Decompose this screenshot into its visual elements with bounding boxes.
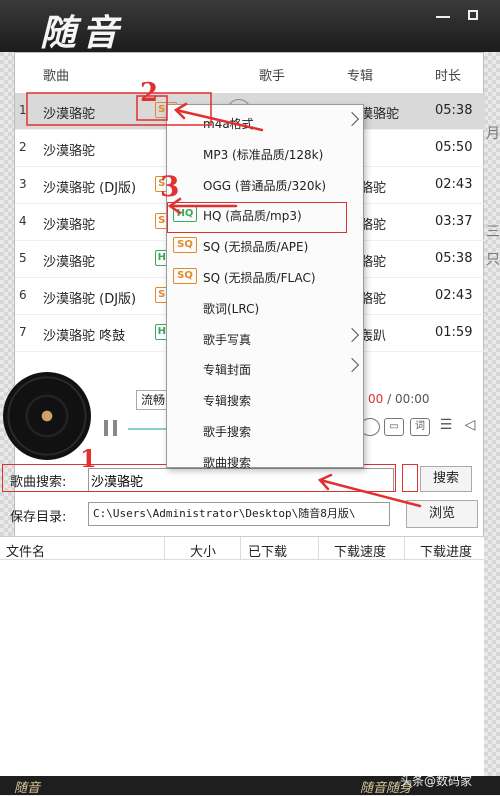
context-menu-item[interactable]: m4a格式	[167, 107, 365, 138]
context-menu-label: 歌手写真	[203, 332, 252, 347]
side-decor: 月 三 只	[486, 120, 500, 274]
volume-icon[interactable]: ◁	[460, 418, 480, 436]
row-duration: 01:59	[435, 325, 473, 340]
side-text: 月	[486, 126, 500, 142]
close-button[interactable]	[462, 6, 484, 22]
lyric-icon[interactable]: 词	[410, 418, 430, 436]
context-menu-label: 歌词(LRC)	[203, 301, 260, 316]
context-menu-label: 专辑搜索	[203, 394, 252, 409]
annotation-number-3: 3	[160, 170, 180, 203]
context-menu: m4a格式 MP3 (标准品质/128k) OGG (普通品质/320k) HQ HQ …	[166, 104, 365, 470]
row-number: 7	[19, 325, 27, 339]
minimize-button[interactable]	[432, 6, 454, 22]
row-number: 3	[19, 177, 27, 191]
save-label: 保存目录:	[10, 510, 67, 525]
header-album[interactable]: 专辑	[347, 65, 373, 84]
total-time: / 00:00	[387, 392, 430, 406]
context-menu-label: MP3 (标准品质/128k)	[203, 147, 324, 162]
time-display: 00 / 00:00	[368, 392, 430, 406]
app-logo: 随音	[40, 12, 125, 54]
row-number: 4	[19, 214, 27, 228]
context-menu-item[interactable]: SQ SQ (无损品质/APE)	[167, 230, 365, 261]
current-time: 00	[368, 392, 384, 406]
highlight-box-search-edge	[402, 464, 418, 492]
quality-sq-icon: SQ	[173, 268, 197, 284]
context-menu-label: OGG (普通品质/320k)	[203, 178, 327, 193]
context-menu-item[interactable]: 专辑封面	[167, 353, 365, 384]
row-title: 沙漠骆驼	[43, 255, 96, 270]
search-button[interactable]: 搜索	[420, 466, 472, 492]
row-duration: 05:38	[435, 103, 473, 118]
row-number: 2	[19, 140, 27, 154]
highlight-box-hq	[167, 202, 347, 233]
context-menu-label: 专辑封面	[203, 363, 252, 378]
radio-icon[interactable]: ▭	[384, 418, 404, 436]
row-title: 沙漠骆驼	[43, 107, 96, 122]
row-title: 沙漠骆驼 (DJ版)	[43, 292, 137, 307]
side-text: 只	[486, 252, 500, 268]
row-duration: 02:43	[435, 288, 473, 303]
context-menu-label: 歌手搜索	[203, 425, 252, 439]
chevron-right-icon	[344, 327, 360, 342]
row-duration: 05:50	[435, 140, 473, 155]
context-menu-label: 歌曲搜索	[203, 455, 252, 470]
annotation-number-1: 1	[80, 444, 97, 473]
context-menu-item[interactable]: 歌手搜索	[167, 415, 365, 446]
footer-left-text: 随音	[14, 781, 41, 796]
context-menu-label: SQ (无损品质/APE)	[203, 240, 309, 255]
annotation-number-2: 2	[140, 78, 159, 108]
playlist-icon[interactable]: ☰	[436, 418, 456, 436]
title-bar: 随音	[0, 0, 500, 54]
pause-icon[interactable]	[104, 420, 120, 436]
side-text: 三	[486, 224, 500, 240]
chevron-right-icon	[344, 111, 360, 127]
vinyl-record-icon	[3, 372, 91, 460]
save-path-field[interactable]: C:\Users\Administrator\Desktop\随音8月版\	[88, 502, 390, 526]
row-title: 沙漠骆驼 (DJ版)	[43, 181, 137, 196]
header-speed[interactable]: 下载速度	[334, 541, 386, 560]
row-number: 5	[19, 251, 27, 265]
watermark: 头条@数码家	[400, 774, 473, 788]
context-menu-label: SQ (无损品质/FLAC)	[203, 271, 316, 285]
context-menu-item[interactable]: 歌曲搜索	[167, 446, 365, 477]
row-title: 沙漠骆驼	[43, 144, 96, 159]
quality-sq-icon: SQ	[173, 237, 197, 254]
stream-quality-button[interactable]: 流畅	[136, 390, 170, 410]
context-menu-item[interactable]: OGG (普通品质/320k)	[167, 169, 365, 200]
row-title: 沙漠骆驼	[43, 218, 96, 233]
header-duration[interactable]: 时长	[435, 65, 461, 84]
header-singer[interactable]: 歌手	[259, 65, 285, 84]
download-list	[0, 560, 484, 776]
header-song[interactable]: 歌曲	[43, 65, 69, 84]
browse-button[interactable]: 浏览	[406, 500, 478, 528]
progress-slider[interactable]	[128, 428, 168, 430]
context-menu-label: m4a格式	[203, 117, 254, 131]
chevron-right-icon	[344, 358, 360, 373]
context-menu-item[interactable]: MP3 (标准品质/128k)	[167, 138, 365, 169]
header-progress[interactable]: 下载进度	[420, 541, 472, 560]
row-number: 6	[19, 288, 27, 302]
row-duration: 02:43	[435, 177, 473, 192]
row-number: 1	[19, 103, 27, 117]
context-menu-item[interactable]: SQ SQ (无损品质/FLAC)	[167, 261, 365, 292]
download-table-header: 文件名 大小 已下载 下载速度 下载进度	[0, 536, 484, 561]
row-duration: 05:38	[435, 251, 473, 266]
row-title: 沙漠骆驼 咚鼓	[43, 329, 126, 344]
save-row: 保存目录: C:\Users\Administrator\Desktop\随音8…	[0, 500, 500, 530]
row-duration: 03:37	[435, 214, 473, 229]
context-menu-item[interactable]: 歌手写真	[167, 323, 365, 354]
context-menu-item[interactable]: 歌词(LRC)	[167, 292, 365, 323]
context-menu-item[interactable]: 专辑搜索	[167, 384, 365, 415]
header-downloaded[interactable]: 已下载	[248, 541, 287, 560]
header-size[interactable]: 大小	[190, 541, 216, 560]
song-table-header: 歌曲 歌手 专辑 时长	[15, 53, 485, 93]
header-filename[interactable]: 文件名	[6, 541, 45, 560]
